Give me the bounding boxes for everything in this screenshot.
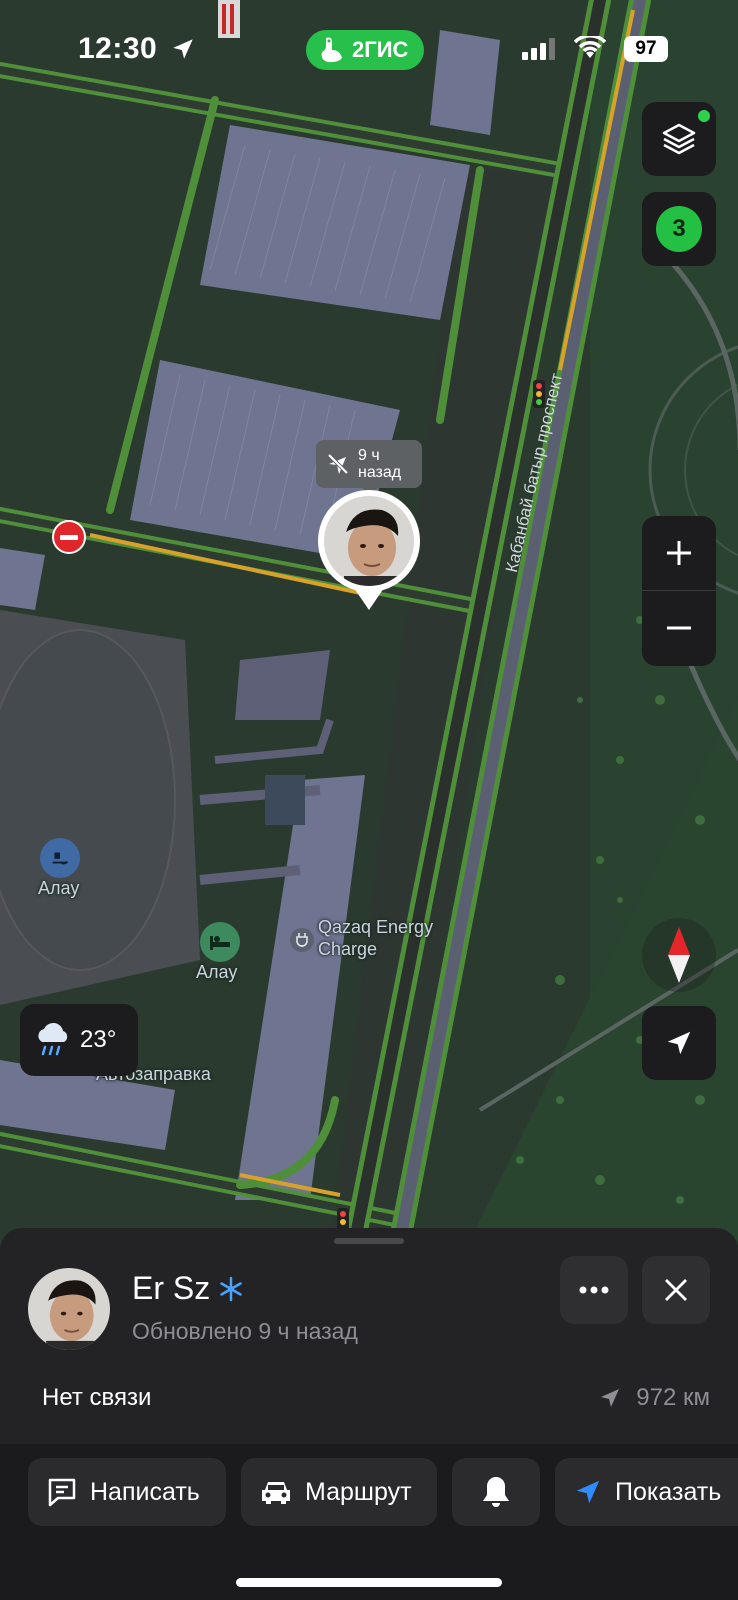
- ev-charger-icon[interactable]: [290, 928, 314, 952]
- signal-icon: [522, 38, 555, 60]
- no-signal-icon: [327, 453, 349, 475]
- last-updated: Обновлено 9 ч назад: [132, 1318, 358, 1344]
- distance-info: 972 км: [598, 1384, 710, 1412]
- poi-label-charge: Qazaq Energy Charge: [318, 917, 434, 959]
- message-button[interactable]: Написать: [28, 1458, 226, 1526]
- route-button[interactable]: Маршрут: [241, 1458, 437, 1526]
- show-label: Показать: [615, 1477, 722, 1506]
- compass-icon: [668, 927, 690, 983]
- status-time: 12:30: [78, 32, 158, 65]
- friend-name: Er Sz: [132, 1270, 211, 1306]
- location-arrow-icon: [173, 39, 193, 59]
- rain-cloud-icon: [38, 1022, 68, 1056]
- skating-icon[interactable]: [40, 838, 80, 878]
- avatar[interactable]: [28, 1268, 110, 1350]
- minus-icon: [667, 626, 691, 630]
- brand-badge: 2ГИС: [306, 30, 425, 70]
- distance-value: 972 км: [636, 1384, 710, 1411]
- user-pin-avatar: [324, 496, 414, 586]
- navigate-icon: [576, 1480, 600, 1504]
- pin-time-line1: 9 ч: [358, 447, 380, 464]
- route-label: Маршрут: [305, 1477, 412, 1506]
- sheet-handle[interactable]: [334, 1238, 404, 1244]
- car-icon: [262, 1482, 290, 1504]
- close-button[interactable]: [642, 1256, 710, 1324]
- weather-temp: 23°: [80, 1026, 117, 1053]
- more-button[interactable]: [560, 1256, 628, 1324]
- my-location-icon: [667, 1031, 691, 1055]
- poi-label-hotel: Алау: [196, 962, 238, 982]
- more-icon: [579, 1286, 609, 1294]
- plus-icon: [667, 541, 691, 565]
- zoom-control: [642, 516, 716, 666]
- battery-indicator: 97: [624, 36, 668, 62]
- no-entry-sign: [52, 520, 86, 554]
- bell-icon: [483, 1477, 509, 1507]
- my-location-button[interactable]: [642, 1006, 716, 1080]
- friend-name-row: Er Sz: [132, 1270, 244, 1307]
- connection-status: Нет связи: [42, 1384, 152, 1411]
- close-icon: [665, 1279, 687, 1301]
- compass-button[interactable]: [642, 918, 716, 992]
- action-bar: Написать Маршрут Показать: [0, 1444, 738, 1600]
- friend-card-sheet: Er Sz Обновлено 9 ч назад Нет связи 972 …: [0, 1228, 738, 1600]
- user-location-pin[interactable]: [318, 490, 420, 610]
- goose-logo-icon: [321, 37, 342, 63]
- zoom-out-button[interactable]: [642, 591, 716, 665]
- bed-icon[interactable]: [200, 922, 240, 962]
- show-on-map-button[interactable]: Показать: [555, 1458, 738, 1526]
- status-bar: 12:30 2ГИС 97: [0, 0, 738, 100]
- message-icon: [48, 1478, 76, 1507]
- pin-time-line2: назад: [358, 464, 402, 481]
- home-indicator[interactable]: [236, 1578, 502, 1587]
- layers-notification-dot: [698, 110, 710, 122]
- brand-name: 2ГИС: [352, 37, 409, 62]
- notify-button[interactable]: [452, 1458, 540, 1526]
- snowflake-icon: [220, 1276, 242, 1301]
- weather-widget[interactable]: 23°: [20, 1004, 138, 1076]
- poi-label-skating: Алау: [38, 878, 80, 898]
- wifi-icon: [574, 36, 606, 58]
- friends-count-badge: 3: [656, 206, 702, 252]
- zoom-in-button[interactable]: [642, 516, 716, 590]
- layers-button[interactable]: [642, 102, 716, 176]
- message-label: Написать: [90, 1477, 200, 1506]
- layers-icon: [662, 123, 696, 155]
- pin-time-badge: 9 ч назад: [316, 440, 422, 496]
- friends-button[interactable]: 3: [642, 192, 716, 266]
- direction-arrow-icon: [601, 1389, 620, 1407]
